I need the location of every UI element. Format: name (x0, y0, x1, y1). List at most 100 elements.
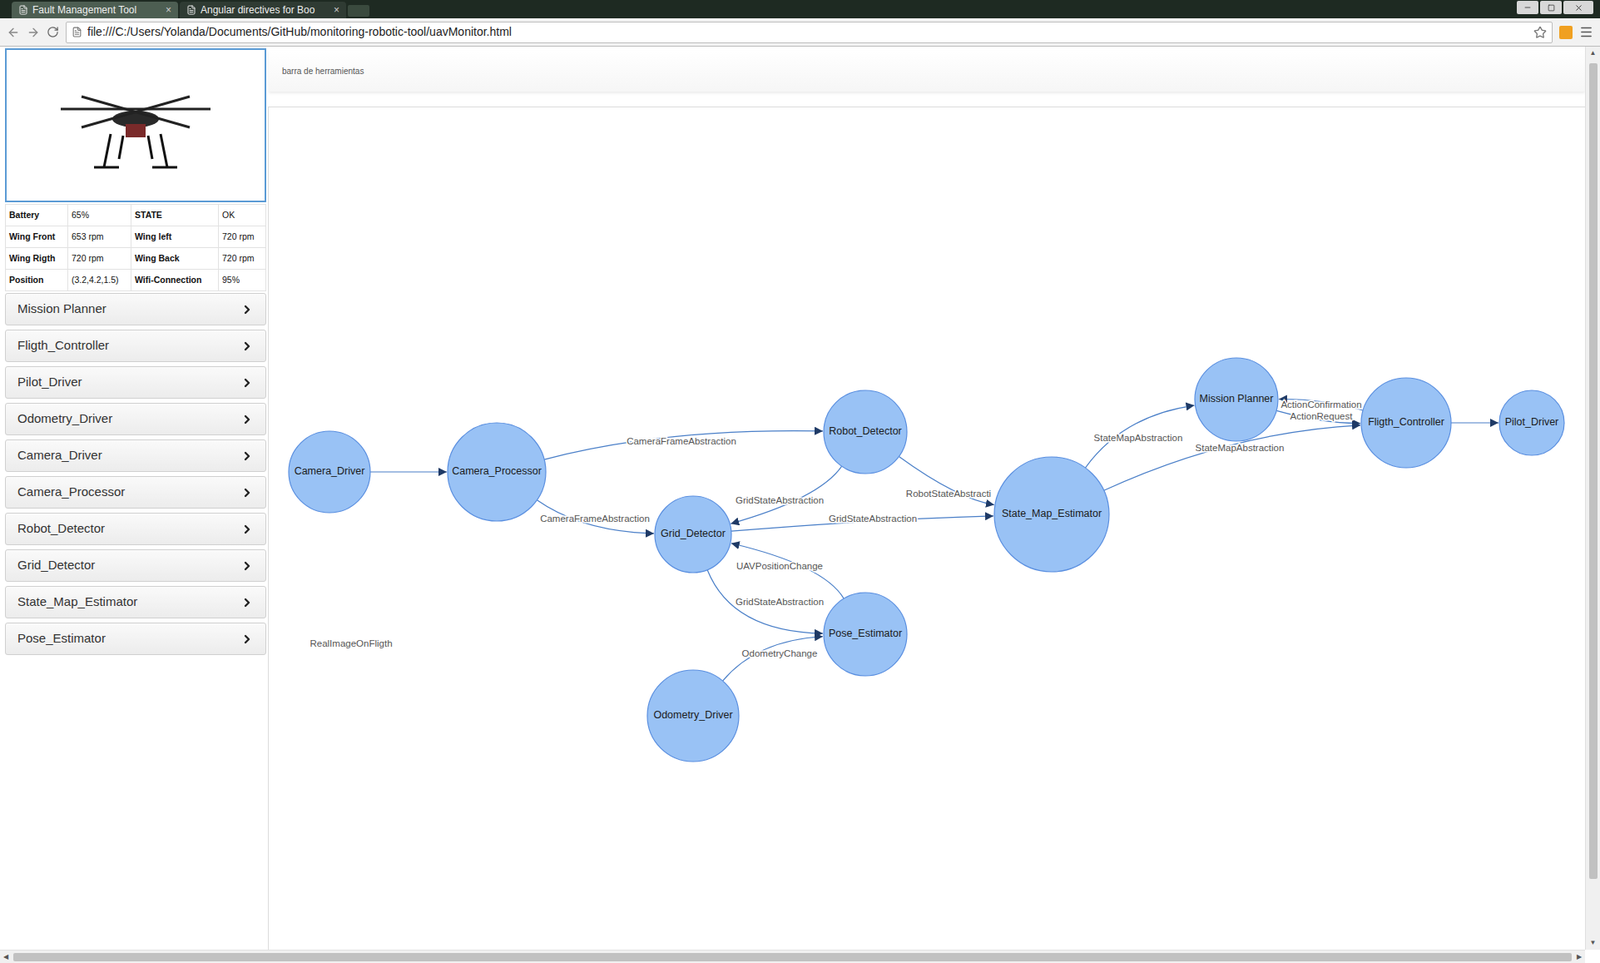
status-row: Battery65%STATEOK (5, 204, 267, 227)
graph-node[interactable]: Pose_Estimator (823, 592, 907, 676)
sidebar-item[interactable]: State_Map_Estimator (4, 585, 267, 619)
status-cell: 95% (218, 269, 267, 292)
edge-label: GridStateAbstraction (828, 513, 917, 524)
sidebar-item[interactable]: Pilot_Driver (4, 366, 267, 399)
edge-label: UAVPositionChange (736, 560, 823, 571)
status-cell: OK (218, 204, 267, 227)
graph-edge (370, 470, 447, 472)
svg-text:Pose_Estimator: Pose_Estimator (828, 627, 902, 640)
chevron-right-icon (240, 522, 254, 536)
graph-edge (544, 430, 823, 461)
toolbar: barra de herramientas (268, 50, 1586, 92)
status-cell: Wing left (131, 226, 219, 248)
status-cell: Wifi-Connection (131, 269, 219, 292)
graph-edge (898, 455, 995, 505)
svg-text:Pilot_Driver: Pilot_Driver (1505, 416, 1560, 428)
forward-icon[interactable] (26, 25, 40, 40)
status-cell: Wing Rigth (5, 247, 69, 270)
graph-node[interactable]: Mission Planner (1194, 357, 1279, 441)
edge-label: GridStateAbstraction (735, 596, 824, 607)
status-cell: Wing Front (5, 226, 69, 248)
edge-label: OdometryChange (742, 648, 818, 659)
maximize-icon (1547, 4, 1556, 12)
extension-icon[interactable] (1559, 25, 1573, 40)
svg-text:Grid_Detector: Grid_Detector (660, 527, 726, 540)
page-icon (186, 4, 197, 15)
sidebar-item[interactable]: Robot_Detector (4, 512, 267, 545)
graph-node[interactable]: Camera_Processor (447, 422, 546, 521)
status-cell: 720 rpm (218, 226, 267, 248)
status-table: Battery65%STATEOKWing Front653 rpmWing l… (4, 203, 267, 292)
graph-node[interactable]: Grid_Detector (654, 495, 732, 573)
browser-window: Fault Management Tool×Angular directives… (0, 0, 1600, 963)
graph-node[interactable]: Fligth_Controller (1361, 377, 1452, 468)
page-icon (18, 4, 29, 15)
status-cell: 65% (68, 204, 132, 227)
sidebar-item[interactable]: Fligth_Controller (4, 329, 267, 362)
graph-node[interactable]: Robot_Detector (823, 390, 907, 474)
svg-text:Fligth_Controller: Fligth_Controller (1367, 416, 1445, 428)
graph-node[interactable]: Camera_Driver (288, 430, 371, 513)
sidebar-item[interactable]: Pose_Estimator (4, 622, 267, 655)
graph-node[interactable]: Pilot_Driver (1499, 390, 1565, 456)
chevron-right-icon (240, 485, 254, 500)
bookmark-star-icon[interactable] (1533, 25, 1547, 40)
graph-edge (1278, 398, 1363, 410)
graph-edge (730, 465, 842, 524)
status-cell: Wing Back (131, 247, 219, 270)
svg-text:Odometry_Driver: Odometry_Driver (653, 708, 733, 721)
scrollbar-thumb[interactable] (1589, 63, 1598, 879)
maximize-button[interactable] (1540, 0, 1562, 15)
edge-label: ActionConfirmation (1280, 399, 1362, 410)
edge-label: CameraFrameAbstraction (626, 435, 737, 446)
close-icon (1574, 3, 1584, 13)
new-tab-button[interactable] (347, 4, 370, 17)
vertical-scrollbar[interactable]: ▲▼ (1585, 46, 1600, 950)
close-window-button[interactable] (1563, 0, 1594, 15)
uav-image (4, 48, 267, 203)
back-icon[interactable] (6, 25, 20, 40)
tab-close-button[interactable]: × (333, 2, 340, 18)
scrollbar-thumb[interactable] (13, 952, 1572, 961)
browser-tab[interactable]: Fault Management Tool× (11, 1, 179, 19)
address-toolbar: file:///C:/Users/Yolanda/Documents/GitHu… (0, 18, 1600, 47)
sidebar-item[interactable]: Camera_Driver (4, 439, 267, 472)
tab-close-button[interactable]: × (165, 2, 172, 18)
graph-edge (1451, 421, 1499, 423)
status-cell: STATE (131, 204, 219, 227)
menu-icon[interactable] (1579, 24, 1594, 40)
graph-edge (1276, 410, 1361, 423)
horizontal-scrollbar[interactable]: ◀▶ (0, 949, 1586, 963)
graph-node[interactable]: Odometry_Driver (647, 669, 739, 762)
graph-edge (731, 543, 844, 599)
sidebar-item[interactable]: Camera_Processor (4, 475, 267, 509)
graph-node[interactable]: State_Map_Estimator (994, 456, 1110, 572)
svg-text:Mission Planner: Mission Planner (1199, 392, 1274, 405)
status-cell: (3.2,4.2,1.5) (68, 269, 132, 292)
reload-icon[interactable] (46, 25, 60, 39)
graph-edge (1084, 405, 1194, 468)
chevron-right-icon (240, 302, 254, 317)
graph-edge (536, 500, 654, 534)
component-graph[interactable]: Camera_Driver Camera_Processor Robot_Detec… (268, 107, 1586, 949)
edge-label: StateMapAbstraction (1094, 432, 1184, 443)
chevron-right-icon (240, 559, 254, 573)
graph-canvas: Camera_Driver Camera_Processor Robot_Detec… (267, 107, 1586, 950)
chevron-right-icon (240, 449, 254, 463)
drone-icon (44, 75, 228, 176)
sidebar-item[interactable]: Mission Planner (4, 292, 267, 326)
status-row: Wing Front653 rpmWing left720 rpm (5, 226, 267, 248)
sidebar-item[interactable]: Grid_Detector (4, 549, 267, 582)
minimize-button[interactable] (1516, 0, 1539, 15)
svg-text:State_Map_Estimator: State_Map_Estimator (1001, 507, 1102, 520)
sidebar-item[interactable]: Odometry_Driver (4, 402, 267, 436)
graph-edge (723, 636, 824, 681)
status-cell: 720 rpm (218, 247, 267, 270)
chevron-right-icon (240, 412, 254, 427)
address-field[interactable]: file:///C:/Users/Yolanda/Documents/GitHu… (65, 21, 1553, 44)
edge-label: GridStateAbstraction (735, 495, 824, 506)
svg-text:Camera_Driver: Camera_Driver (294, 465, 366, 477)
browser-tab[interactable]: Angular directives for Boo× (179, 1, 347, 19)
status-cell: Position (5, 269, 69, 292)
status-row: Position(3.2,4.2,1.5)Wifi-Connection95% (5, 269, 267, 292)
